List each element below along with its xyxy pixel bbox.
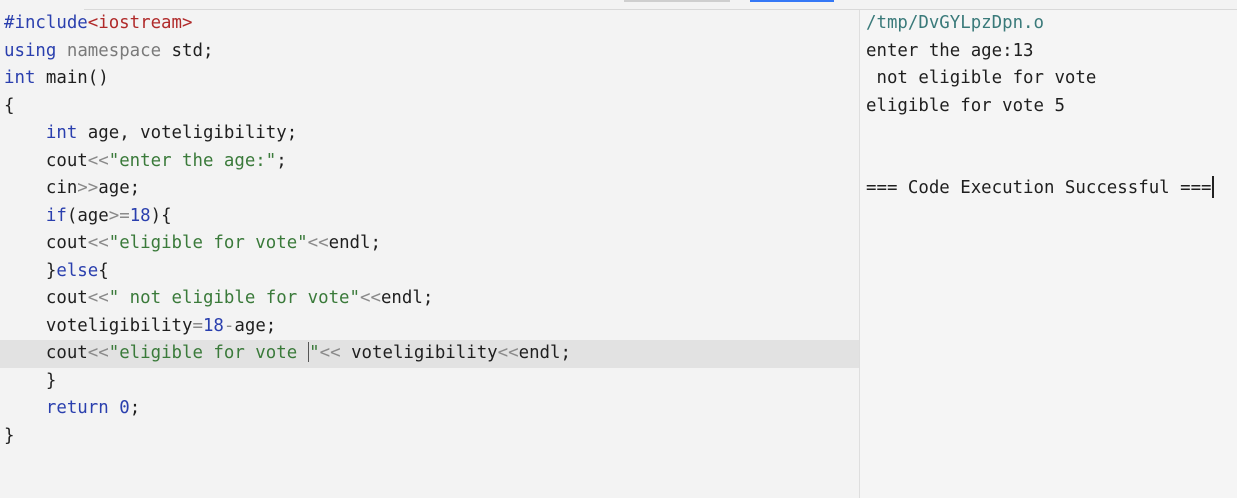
- code-token: voteligibility: [4, 315, 193, 336]
- code-token: age;: [98, 178, 141, 198]
- code-token: else: [56, 260, 99, 281]
- output-file-path: /tmp/DvGYLpzDpn.o: [866, 13, 1044, 33]
- output-line-not-eligible: not eligible for vote: [866, 68, 1097, 88]
- run-button[interactable]: [750, 0, 834, 2]
- code-token: 18: [129, 205, 151, 226]
- code-token: cout: [4, 288, 88, 308]
- code-token: ){: [150, 205, 172, 226]
- code-token: {: [4, 95, 15, 116]
- code-token: ;: [129, 398, 141, 418]
- code-token: =: [192, 315, 203, 336]
- code-token: ": [309, 343, 320, 363]
- code-token: age;: [234, 315, 277, 336]
- code-token: <<: [307, 233, 329, 253]
- output-success-message: === Code Execution Successful ===: [866, 175, 1214, 203]
- code-line[interactable]: cout<<"enter the age:";: [0, 148, 863, 176]
- code-token: <iostream>: [87, 13, 193, 33]
- code-token: using: [4, 40, 57, 61]
- code-token: cin: [4, 178, 78, 198]
- code-token: >=: [108, 205, 130, 226]
- code-line[interactable]: cin>>age;: [0, 175, 863, 203]
- code-token: <<: [87, 288, 109, 308]
- code-token: return: [45, 398, 109, 418]
- code-token: cout: [4, 343, 88, 363]
- code-token: }: [4, 370, 57, 391]
- output-line-prompt: enter the age:13: [866, 40, 1034, 61]
- code-token: int: [4, 68, 36, 88]
- success-text: === Code Execution Successful ===: [866, 178, 1212, 198]
- code-line[interactable]: using namespace std;: [0, 38, 863, 66]
- top-toolbar: [0, 0, 1237, 10]
- code-token: "enter the age:": [108, 150, 277, 171]
- code-token: if: [45, 205, 67, 226]
- code-line[interactable]: int age, voteligibility;: [0, 120, 863, 148]
- code-line[interactable]: cout<<"eligible for vote "<< voteligibil…: [0, 340, 863, 368]
- code-token: }: [4, 425, 15, 446]
- code-editor[interactable]: #include<iostream> using namespace std; in…: [0, 10, 863, 498]
- code-line[interactable]: }else{: [0, 258, 863, 286]
- code-token: voteligibility: [340, 343, 498, 363]
- code-line[interactable]: {: [0, 93, 863, 121]
- code-token: #include: [4, 13, 88, 33]
- code-line[interactable]: cout<<"eligible for vote"<<endl;: [0, 230, 863, 258]
- code-line[interactable]: #include<iostream>: [0, 10, 863, 38]
- code-line[interactable]: }: [0, 368, 863, 396]
- code-token: 0: [119, 398, 130, 418]
- share-button[interactable]: [624, 0, 730, 2]
- code-token: <<: [497, 343, 519, 363]
- code-token: endl;: [328, 233, 381, 253]
- code-line[interactable]: int main(): [0, 65, 863, 93]
- code-token: <<: [319, 343, 341, 363]
- code-line[interactable]: cout<<" not eligible for vote"<<endl;: [0, 285, 863, 313]
- code-token: (age: [66, 205, 109, 226]
- code-token: main(): [35, 68, 109, 88]
- code-token: cout: [4, 233, 88, 253]
- code-token: <<: [87, 233, 109, 253]
- code-line[interactable]: }: [0, 423, 863, 451]
- code-token: {: [98, 260, 109, 281]
- code-token: "eligible for vote": [108, 233, 308, 253]
- code-token: }: [4, 260, 57, 281]
- code-token: 18: [202, 315, 224, 336]
- terminal-cursor: [1211, 176, 1214, 198]
- code-token: <<: [87, 343, 109, 363]
- code-token: "eligible for vote: [108, 343, 308, 363]
- output-line-eligible: eligible for vote 5: [866, 95, 1065, 116]
- code-token: namespace: [66, 40, 162, 61]
- code-token: >>: [77, 178, 99, 198]
- code-token: -: [223, 315, 235, 336]
- code-line[interactable]: voteligibility=18-age;: [0, 313, 863, 341]
- code-token: endl;: [380, 288, 434, 308]
- code-token: <<: [87, 150, 109, 171]
- code-token: int: [45, 123, 78, 143]
- code-token: cout: [4, 150, 88, 171]
- code-token: endl;: [518, 343, 571, 363]
- code-token: " not eligible for vote": [108, 288, 360, 308]
- code-token: <<: [360, 288, 381, 308]
- code-line[interactable]: if(age>=18){: [0, 203, 863, 231]
- code-token: age, voteligibility;: [77, 123, 298, 143]
- code-token: std;: [161, 40, 214, 61]
- output-panel: /tmp/DvGYLpzDpn.o enter the age:13 not e…: [860, 10, 1237, 498]
- code-token: ;: [276, 150, 287, 171]
- code-line[interactable]: return 0;: [0, 395, 863, 423]
